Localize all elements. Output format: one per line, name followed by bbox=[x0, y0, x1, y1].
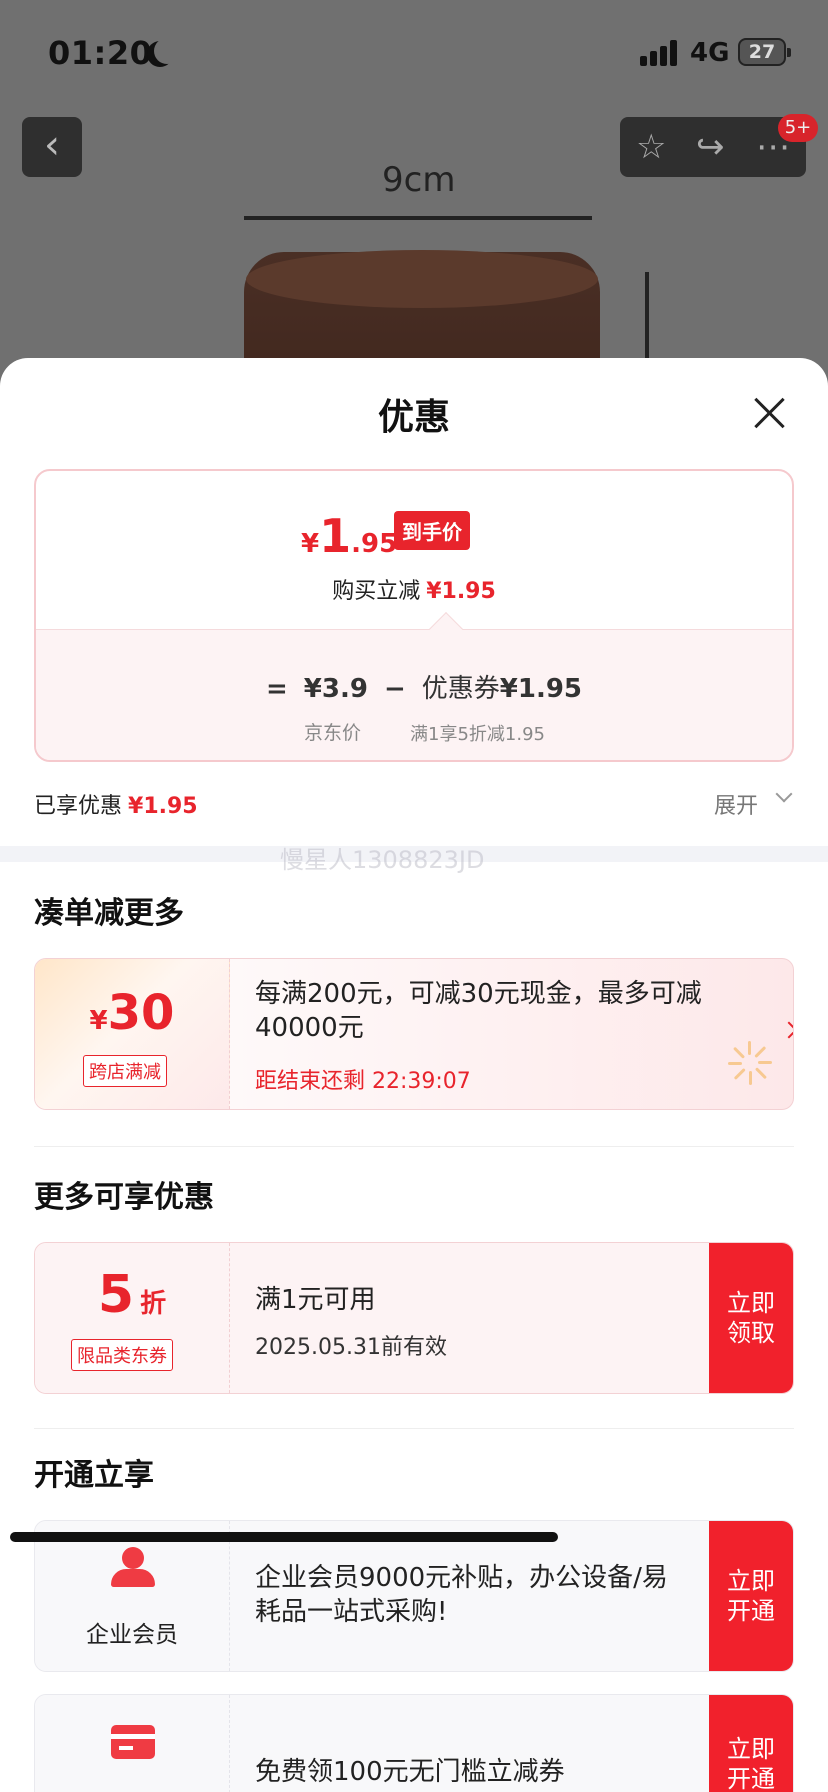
price-card: ¥1.95 到手价 购买立减 ¥1.95 = ¥3.9− 优惠券¥1.95 京东价 满… bbox=[34, 469, 794, 762]
watermark: 慢星人1308823JD bbox=[280, 846, 485, 874]
chevron-down-icon[interactable] bbox=[775, 785, 793, 803]
strike-mark bbox=[10, 1532, 558, 1542]
final-price-tag: 到手价 bbox=[394, 511, 470, 550]
countdown-timer: 距结束还剩 22:39:07 bbox=[255, 1069, 471, 1094]
card-offer-card: 免费领100元无门槛立减券 立即开通 bbox=[34, 1694, 794, 1792]
dimension-label: 9cm bbox=[382, 160, 456, 200]
coupon-rule: 满1享5折减1.95 bbox=[410, 724, 545, 745]
discount-sheet: 优惠 ¥1.95 到手价 购买立减 ¥1.95 = ¥3.9− 优惠券¥1.95 京东… bbox=[0, 358, 828, 1792]
member-panel: 企业会员 bbox=[35, 1521, 230, 1671]
coupon-discount: 5折 bbox=[97, 1265, 167, 1325]
status-time: 01:20 bbox=[48, 34, 153, 72]
open-member-button[interactable]: 立即开通 bbox=[709, 1521, 793, 1671]
coupon-card: 5折 限品类东券 满1元可用 2025.05.31前有效 立即领取 bbox=[34, 1242, 794, 1394]
discount-description: 每满200元，可减30元现金，最多可减40000元 bbox=[255, 979, 702, 1043]
discount-amount: ¥30 bbox=[89, 985, 175, 1041]
section-title-open-enjoy: 开通立享 bbox=[34, 1458, 154, 1493]
buy-discount-line: 购买立减 ¥1.95 bbox=[332, 579, 496, 604]
coupon-validity: 2025.05.31前有效 bbox=[255, 1335, 447, 1360]
section-separator bbox=[34, 1146, 794, 1147]
card-offer-description: 免费领100元无门槛立减券 bbox=[255, 1757, 565, 1787]
price-breakdown: = ¥3.9− 优惠券¥1.95 京东价 满1享5折减1.95 bbox=[36, 629, 792, 760]
discount-details: 每满200元，可减30元现金，最多可减40000元 距结束还剩 22:39:07 bbox=[255, 959, 793, 1109]
section-separator bbox=[34, 1428, 794, 1429]
claim-coupon-button[interactable]: 立即领取 bbox=[709, 1243, 793, 1393]
status-bar: 01:20 4G 27 bbox=[0, 0, 828, 104]
discount-type-tag: 跨店满减 bbox=[83, 1055, 167, 1087]
product-background: 9cm 01:20 4G 27 ‹ ☆ ↪ ⋯ 5+ bbox=[0, 0, 828, 400]
price-top: ¥1.95 到手价 购买立减 ¥1.95 bbox=[36, 471, 792, 629]
close-icon[interactable] bbox=[752, 396, 786, 430]
moon-icon bbox=[154, 38, 180, 64]
cart-badge: 5+ bbox=[778, 114, 818, 142]
expand-button[interactable]: 展开 bbox=[714, 788, 758, 820]
section-title-more-offers: 更多可享优惠 bbox=[34, 1180, 214, 1215]
share-icon[interactable]: ↪ bbox=[696, 125, 725, 169]
cross-store-discount-card[interactable]: ¥30 跨店满减 每满200元，可减30元现金，最多可减40000元 距结束还剩… bbox=[34, 958, 794, 1110]
coupon-type-tag: 限品类东券 bbox=[71, 1339, 173, 1371]
sheet-title: 优惠 bbox=[377, 397, 450, 438]
dimension-vertical-line bbox=[645, 272, 649, 372]
person-icon bbox=[111, 1547, 155, 1587]
credit-card-icon bbox=[111, 1725, 155, 1759]
coupon-condition: 满1元可用 bbox=[255, 1285, 376, 1315]
section-title-more-save: 凑单减更多 bbox=[34, 896, 184, 931]
coupon-discount-panel: 5折 限品类东券 bbox=[35, 1243, 230, 1393]
sparkle-decoration bbox=[715, 1041, 785, 1101]
enterprise-member-card: 企业会员 企业会员9000元补贴，办公设备/易耗品一站式采购! 立即开通 bbox=[34, 1520, 794, 1672]
network-label: 4G bbox=[690, 38, 730, 68]
card-offer-panel bbox=[35, 1695, 230, 1792]
final-price: ¥1.95 bbox=[301, 509, 398, 563]
discount-amount-panel: ¥30 跨店满减 bbox=[35, 959, 230, 1109]
enjoyed-discount: 已享优惠 ¥1.95 bbox=[34, 794, 198, 819]
product-image-rim bbox=[246, 250, 598, 308]
member-description: 企业会员9000元补贴，办公设备/易耗品一站式采购! bbox=[255, 1563, 668, 1627]
price-formula: = ¥3.9− 优惠券¥1.95 bbox=[266, 674, 583, 704]
signal-icon bbox=[640, 40, 678, 66]
jd-price-label: 京东价 bbox=[304, 722, 362, 744]
back-button[interactable]: ‹ bbox=[22, 117, 82, 177]
star-icon[interactable]: ☆ bbox=[636, 125, 666, 169]
battery-icon: 27 bbox=[738, 38, 791, 66]
member-label: 企业会员 bbox=[86, 1622, 178, 1648]
dimension-line bbox=[244, 216, 592, 220]
open-card-button[interactable]: 立即开通 bbox=[709, 1695, 793, 1792]
